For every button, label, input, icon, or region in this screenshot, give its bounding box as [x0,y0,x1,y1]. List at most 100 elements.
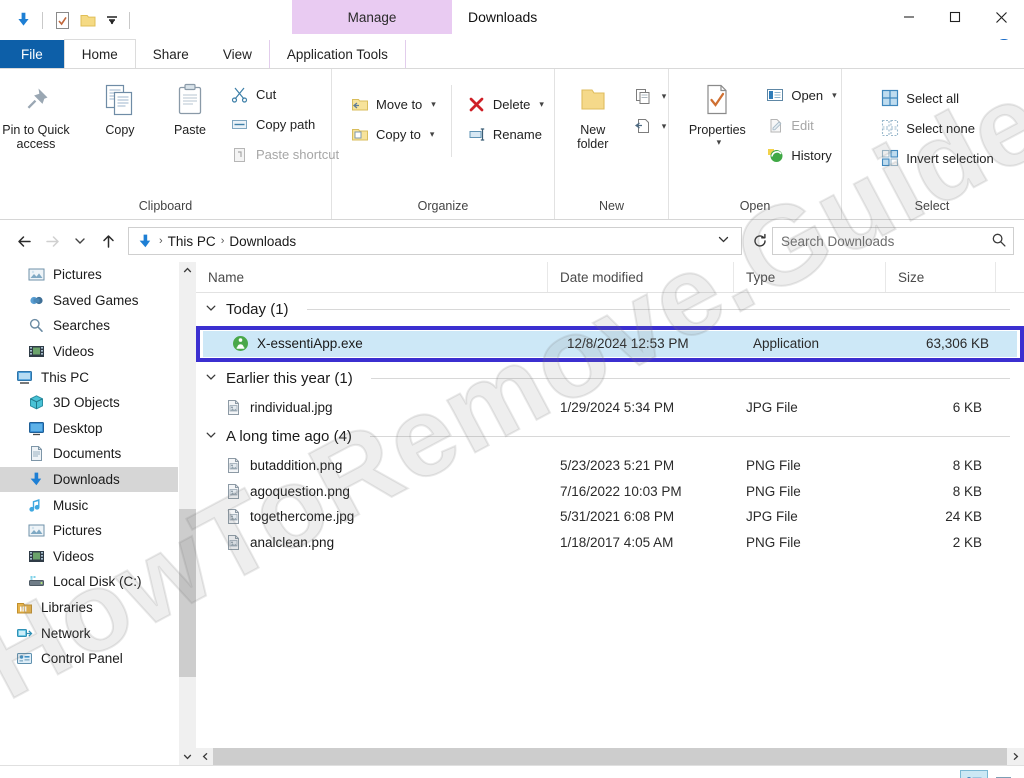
breadcrumb-root-icon[interactable] [133,233,158,250]
sidebar-item-pictures[interactable]: Pictures [0,518,178,544]
file-group-header[interactable]: A long time ago (4) [196,420,1024,453]
rename-button[interactable]: Rename [462,119,549,149]
column-header-type[interactable]: Type [734,262,886,292]
chevron-down-icon[interactable] [204,371,218,386]
table-row[interactable]: X-essentiApp.exe 12/8/2024 12:53 PM Applic… [203,331,1017,357]
history-button[interactable]: History [760,140,841,170]
tab-view[interactable]: View [206,40,269,68]
tab-view-label: View [222,46,252,62]
hscroll-track[interactable] [213,748,1007,765]
select-none-button[interactable]: Select none [875,113,998,143]
sidebar-item-documents[interactable]: Documents [0,441,178,467]
pin-to-quick-access-button[interactable]: Pin to Quick access [0,77,85,151]
open-button[interactable]: Open ▾ [760,80,841,110]
file-group-header[interactable]: Earlier this year (1) [196,362,1024,395]
sidebar-item-pictures[interactable]: Pictures [0,262,178,288]
move-to-button[interactable]: Move to ▾ [345,89,441,119]
paste-shortcut-button[interactable]: Paste shortcut [225,139,344,169]
sidebar-item-saved-games[interactable]: Saved Games [0,288,178,314]
organize-col-2: Delete ▾ Rename [462,77,549,149]
videos-icon [26,343,46,361]
hscroll-right-button[interactable] [1007,748,1024,765]
cut-button[interactable]: Cut [225,79,344,109]
chevron-down-icon[interactable] [204,429,218,444]
sidebar-item-libraries[interactable]: Libraries [0,595,178,621]
properties-button[interactable]: Properties ▾ [674,77,760,148]
search-box[interactable] [772,227,1014,255]
hscroll-left-button[interactable] [196,748,213,765]
table-row[interactable]: analclean.png 1/18/2017 4:05 AM PNG File 2 … [196,530,1024,556]
table-row[interactable]: butaddition.png 5/23/2023 5:21 PM PNG File… [196,453,1024,479]
maximize-button[interactable] [932,0,978,34]
navigation-pane-scrollbar[interactable] [178,262,196,765]
recent-locations-button[interactable] [66,227,94,255]
downloads-icon[interactable] [10,7,36,33]
open-icon [765,85,785,105]
search-icon[interactable] [991,232,1007,251]
nav-scroll-down-button[interactable] [179,748,196,765]
file-group-rule [370,377,1010,379]
copy-path-button[interactable]: Copy path [225,109,344,139]
file-list-hscrollbar[interactable] [196,747,1024,765]
column-header-name[interactable]: Name [196,262,548,292]
sidebar-item-downloads[interactable]: Downloads [0,466,178,493]
copy-button[interactable]: Copy [85,77,155,137]
new-folder-icon[interactable] [75,7,101,33]
customize-dropdown-icon[interactable] [101,8,123,32]
back-button[interactable] [10,227,38,255]
sidebar-item-local-disk-c[interactable]: Local Disk (C:) [0,569,178,595]
sidebar-item-control-panel[interactable]: Control Panel [0,646,178,672]
forward-button[interactable] [38,227,66,255]
copy-to-button[interactable]: Copy to ▾ [345,119,441,149]
new-item-button[interactable]: ▾ [628,81,672,111]
tab-home[interactable]: Home [63,39,136,68]
breadcrumb-dropdown-icon[interactable] [710,233,737,249]
delete-button[interactable]: Delete ▾ [462,89,549,119]
column-header-date-modified[interactable]: Date modified [548,262,734,292]
breadcrumb-item-downloads[interactable]: Downloads [225,234,300,249]
file-type-cell: PNG File [746,483,801,499]
sidebar-item-music[interactable]: Music [0,492,178,518]
sidebar-item-3d-objects[interactable]: 3D Objects [0,390,178,416]
edit-button[interactable]: Edit [760,110,841,140]
file-group-header[interactable]: Today (1) [196,293,1024,326]
refresh-button[interactable] [748,228,772,254]
pin-to-quick-access-line1: Pin to Quick [2,123,70,137]
new-folder-button[interactable]: New folder [558,77,628,151]
sidebar-item-videos[interactable]: Videos [0,339,178,365]
search-input[interactable] [779,232,991,250]
tab-share[interactable]: Share [136,40,206,68]
easy-access-button[interactable]: ▾ [628,111,672,141]
file-date-cell: 1/29/2024 5:34 PM [560,399,675,415]
table-row[interactable]: rindividual.jpg 1/29/2024 5:34 PM JPG File… [196,395,1024,421]
up-button[interactable] [94,227,122,255]
minimize-button[interactable] [886,0,932,34]
table-row[interactable]: togethercome.jpg 5/31/2021 6:08 PM JPG Fil… [196,504,1024,530]
sidebar-item-searches[interactable]: Searches [0,313,178,339]
paste-button[interactable]: Paste [155,77,225,137]
sidebar-item-videos[interactable]: Videos [0,544,178,570]
column-header-size[interactable]: Size [886,262,996,292]
invert-selection-button[interactable]: Invert selection [875,143,998,173]
details-view-button[interactable] [960,770,988,778]
sidebar-item-network[interactable]: Network [0,620,178,646]
tab-application-tools[interactable]: Application Tools [268,40,406,68]
nav-scroll-up-button[interactable] [179,262,196,279]
large-icons-view-button[interactable] [990,771,1016,778]
chevron-down-icon[interactable] [204,302,218,317]
ribbon-group-new: New folder ▾ ▾ New [555,69,669,219]
properties-icon[interactable] [49,7,75,33]
nav-scroll-thumb[interactable] [179,509,196,677]
file-name-cell: X-essentiApp.exe [203,335,555,353]
hscroll-thumb[interactable] [213,748,1007,765]
breadcrumb[interactable]: › This PC › Downloads [128,227,742,255]
sidebar-item-this-pc[interactable]: This PC [0,364,178,390]
select-all-button[interactable]: Select all [875,83,998,113]
table-row[interactable]: agoquestion.png 7/16/2022 10:03 PM PNG Fil… [196,479,1024,505]
breadcrumb-item-this-pc[interactable]: This PC [164,234,220,249]
copy-path-label: Copy path [255,116,316,132]
close-button[interactable] [978,0,1024,34]
tab-file[interactable]: File [0,40,64,68]
qat-divider [42,11,43,29]
sidebar-item-desktop[interactable]: Desktop [0,416,178,442]
